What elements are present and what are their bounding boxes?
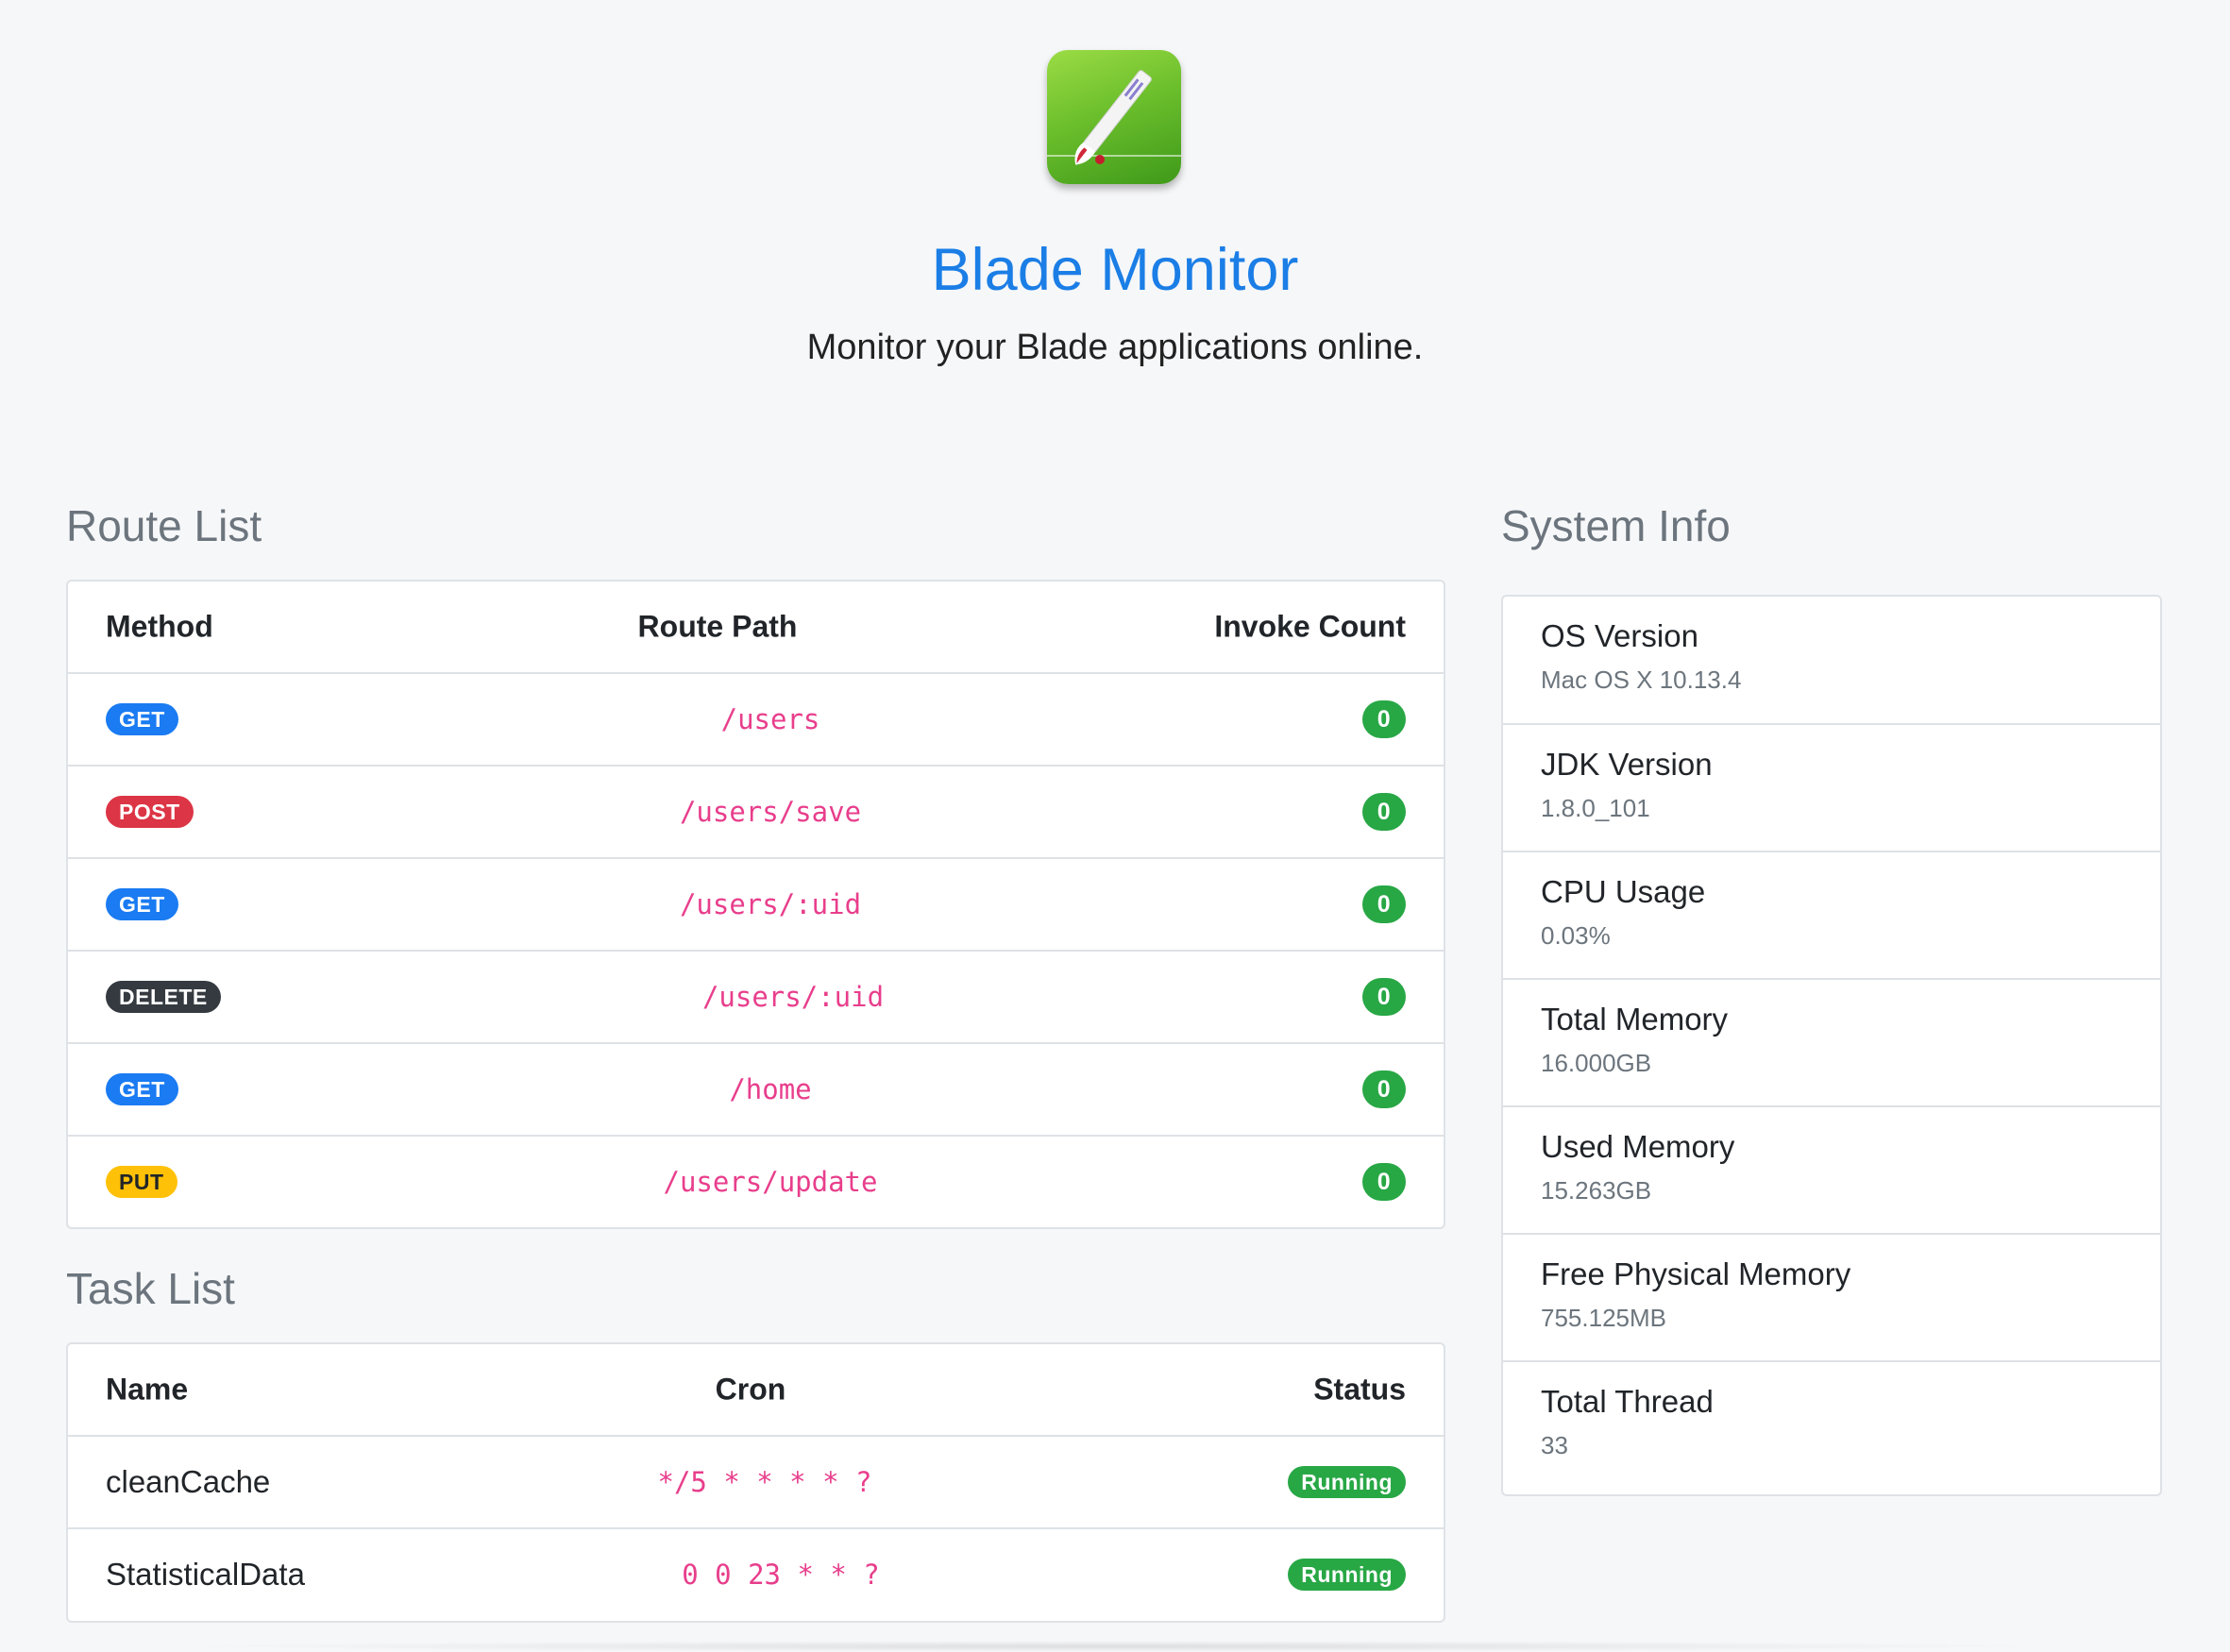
- task-name: StatisticalData: [106, 1557, 305, 1592]
- route-list-title: Route List: [66, 501, 262, 550]
- system-info-item: Total Thread 33: [1503, 1360, 2160, 1488]
- task-row: cleanCache */5 * * * * ? Running: [68, 1435, 1444, 1527]
- method-badge-get: GET: [106, 888, 178, 920]
- column-header-cron: Cron: [715, 1372, 786, 1407]
- invoke-count-badge: 0: [1362, 1163, 1406, 1201]
- info-value: 0.03%: [1541, 921, 1611, 950]
- system-info-item: OS Version Mac OS X 10.13.4: [1503, 597, 2160, 723]
- info-value: 33: [1541, 1431, 1568, 1459]
- route-path: /users/update: [663, 1166, 878, 1198]
- method-badge-put: PUT: [106, 1166, 177, 1198]
- task-list-title: Task List: [66, 1264, 235, 1313]
- route-row: POST /users/save 0: [68, 765, 1444, 857]
- column-header-status: Status: [1313, 1372, 1406, 1407]
- system-info-list: OS Version Mac OS X 10.13.4 JDK Version …: [1501, 595, 2162, 1496]
- method-badge-post: POST: [106, 796, 194, 828]
- route-table-header: Method Route Path Invoke Count: [68, 582, 1444, 672]
- info-value: 1.8.0_101: [1541, 794, 1650, 822]
- system-info-item: Free Physical Memory 755.125MB: [1503, 1233, 2160, 1360]
- info-value: 15.263GB: [1541, 1176, 1652, 1205]
- task-cron: 0 0 23 * * ?: [682, 1559, 880, 1591]
- info-value: 16.000GB: [1541, 1049, 1652, 1077]
- task-table: Name Cron Status cleanCache */5 * * * * …: [66, 1342, 1445, 1623]
- column-header-invoke-count: Invoke Count: [1214, 609, 1406, 644]
- info-label: JDK Version: [1541, 747, 1713, 782]
- page-bottom-shadow: [170, 1641, 2058, 1652]
- system-info-title: System Info: [1501, 501, 1731, 550]
- route-row: GET /users 0: [68, 672, 1444, 765]
- task-status-badge: Running: [1288, 1466, 1406, 1498]
- info-label: OS Version: [1541, 618, 1698, 653]
- column-header-name: Name: [106, 1372, 189, 1407]
- route-row: DELETE /users/:uid 0: [68, 950, 1444, 1042]
- info-value: Mac OS X 10.13.4: [1541, 666, 1742, 694]
- route-path: /home: [729, 1073, 812, 1105]
- route-path: /users/:uid: [701, 981, 885, 1013]
- route-path: /users/save: [679, 796, 862, 828]
- invoke-count-badge: 0: [1362, 793, 1406, 831]
- method-badge-get: GET: [106, 1073, 178, 1105]
- system-info-item: Total Memory 16.000GB: [1503, 978, 2160, 1105]
- column-header-method: Method: [106, 609, 213, 644]
- task-cron: */5 * * * * ?: [657, 1466, 872, 1498]
- invoke-count-badge: 0: [1362, 700, 1406, 738]
- system-info-item: JDK Version 1.8.0_101: [1503, 723, 2160, 851]
- route-path: /users/:uid: [679, 888, 862, 920]
- task-status-badge: Running: [1288, 1559, 1406, 1591]
- task-name: cleanCache: [106, 1464, 271, 1499]
- info-label: Used Memory: [1541, 1129, 1735, 1164]
- route-table: Method Route Path Invoke Count GET /user…: [66, 580, 1445, 1229]
- info-value: 755.125MB: [1541, 1304, 1666, 1332]
- invoke-count-badge: 0: [1362, 1070, 1406, 1108]
- route-row: GET /users/:uid 0: [68, 857, 1444, 950]
- invoke-count-badge: 0: [1362, 978, 1406, 1016]
- app-title: Blade Monitor: [931, 237, 1299, 303]
- task-row: StatisticalData 0 0 23 * * ? Running: [68, 1527, 1444, 1620]
- info-label: Total Memory: [1541, 1002, 1729, 1037]
- method-badge-get: GET: [106, 703, 178, 735]
- info-label: Total Thread: [1541, 1384, 1714, 1419]
- app-subtitle: Monitor your Blade applications online.: [806, 328, 1424, 367]
- system-info-item: CPU Usage 0.03%: [1503, 851, 2160, 978]
- info-label: CPU Usage: [1541, 874, 1706, 909]
- method-badge-delete: DELETE: [106, 981, 221, 1013]
- column-header-route-path: Route Path: [637, 609, 798, 644]
- blade-logo-icon: [1047, 50, 1181, 184]
- route-path: /users: [720, 703, 820, 735]
- route-row: GET /home 0: [68, 1042, 1444, 1135]
- invoke-count-badge: 0: [1362, 885, 1406, 923]
- system-info-item: Used Memory 15.263GB: [1503, 1105, 2160, 1233]
- info-label: Free Physical Memory: [1541, 1256, 1851, 1291]
- route-row: PUT /users/update 0: [68, 1135, 1444, 1227]
- task-table-header: Name Cron Status: [68, 1344, 1444, 1435]
